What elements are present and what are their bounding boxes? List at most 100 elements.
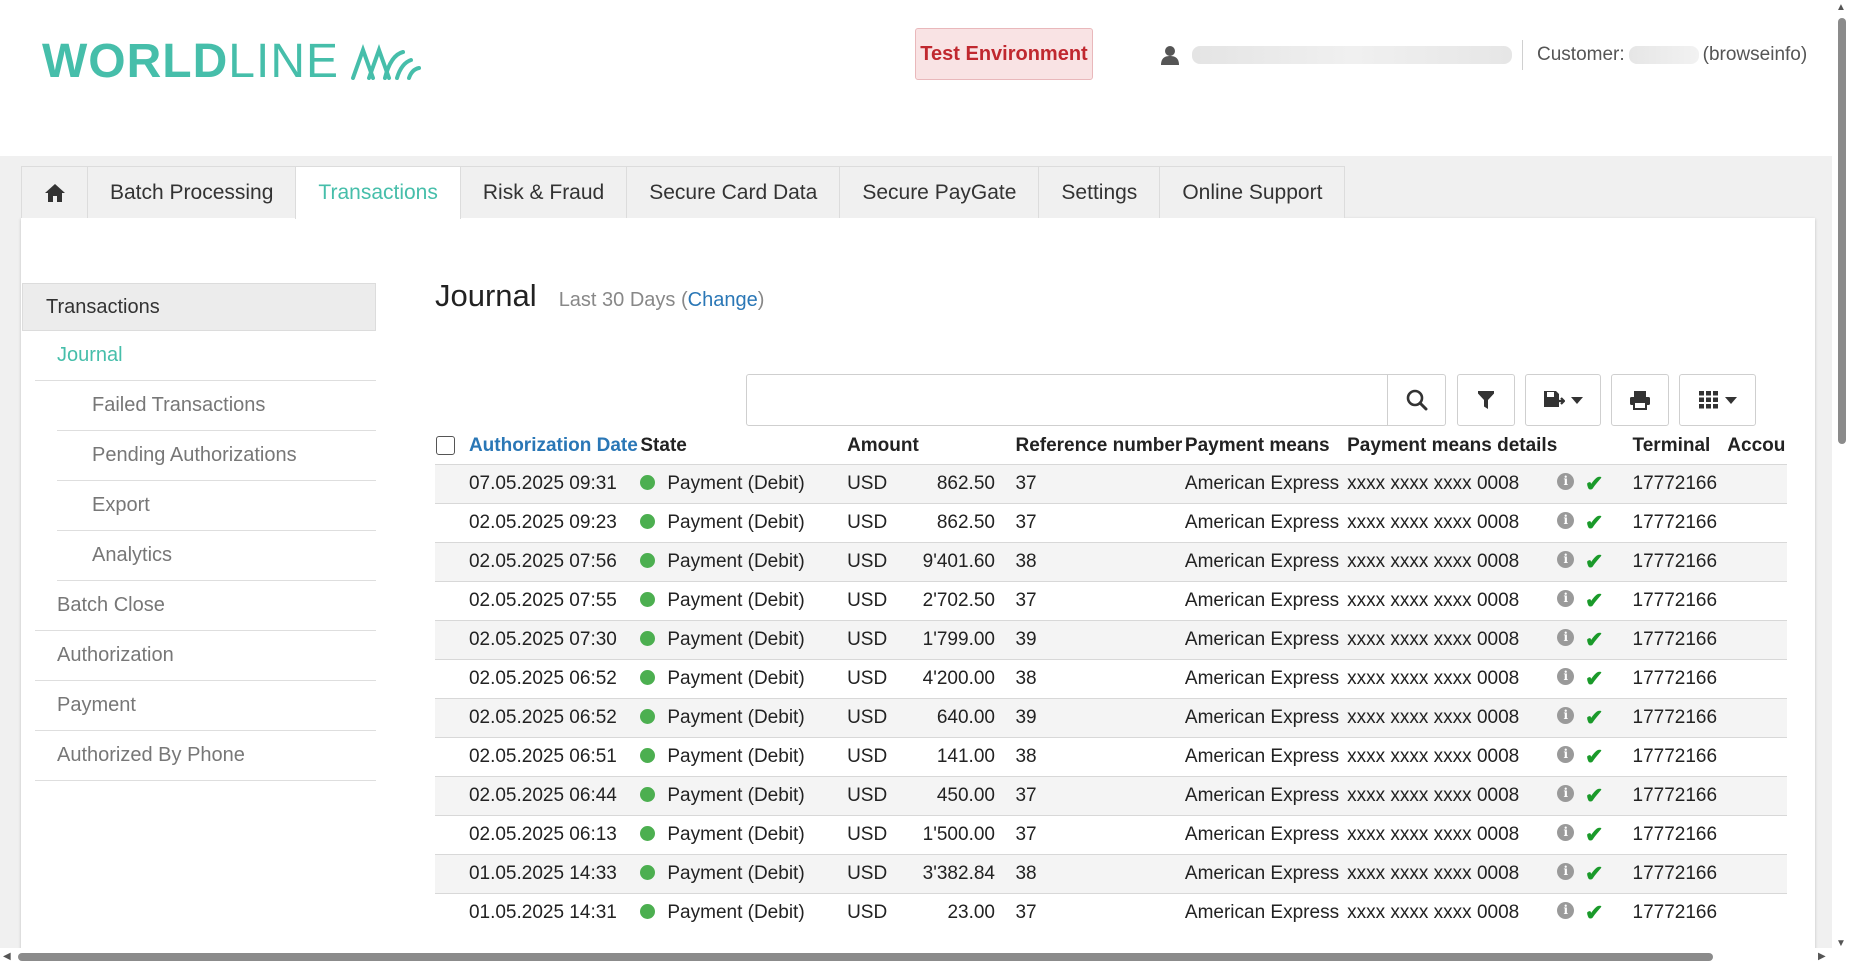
scroll-up-icon[interactable]: ▲ xyxy=(1836,2,1846,13)
info-icon[interactable]: i xyxy=(1557,745,1575,763)
table-row[interactable]: 02.05.2025 07:30 Payment (Debit) USD 1'799.… xyxy=(435,620,1787,660)
column-authorization-date[interactable]: Authorization Date xyxy=(469,428,640,465)
table-row[interactable]: 01.05.2025 14:31 Payment (Debit) USD 23.00 3… xyxy=(435,893,1787,932)
info-icon[interactable]: i xyxy=(1557,472,1575,490)
info-icon[interactable]: i xyxy=(1557,511,1575,529)
cell-payment-means: American Express xyxy=(1184,854,1348,894)
column-state[interactable]: State xyxy=(640,428,847,465)
row-select-cell xyxy=(435,542,469,582)
cell-state: Payment (Debit) xyxy=(640,815,848,855)
filter-button[interactable] xyxy=(1457,374,1515,426)
cell-account xyxy=(1727,698,1787,738)
info-icon[interactable]: i xyxy=(1557,784,1575,802)
cell-spacer xyxy=(994,698,1016,738)
sidebar-item-authorization[interactable]: Authorization xyxy=(35,631,376,681)
cell-account xyxy=(1727,893,1787,932)
info-icon[interactable]: i xyxy=(1557,550,1575,568)
scroll-left-icon[interactable]: ◀ xyxy=(3,951,11,962)
table-row[interactable]: 02.05.2025 06:44 Payment (Debit) USD 450.00… xyxy=(435,776,1787,816)
tab-secure-card-data[interactable]: Secure Card Data xyxy=(626,166,841,218)
cell-reference-number: 37 xyxy=(1015,503,1185,543)
sidebar-item-export[interactable]: Export xyxy=(57,481,376,531)
cell-spacer xyxy=(994,503,1016,543)
cell-currency: USD xyxy=(847,815,919,855)
table-row[interactable]: 02.05.2025 06:51 Payment (Debit) USD 141.00… xyxy=(435,737,1787,777)
horizontal-scroll-thumb[interactable] xyxy=(18,953,1713,961)
table-row[interactable]: 02.05.2025 06:52 Payment (Debit) USD 640.00… xyxy=(435,698,1787,738)
sidebar-item-journal[interactable]: Journal xyxy=(35,331,376,381)
state-label: Payment (Debit) xyxy=(667,785,805,806)
cell-account xyxy=(1727,659,1787,699)
sidebar-item-pending-authorizations[interactable]: Pending Authorizations xyxy=(57,431,376,481)
export-dropdown-button[interactable] xyxy=(1525,374,1601,426)
tab-batch-processing[interactable]: Batch Processing xyxy=(87,166,297,218)
cell-payment-means-details: xxxx xxxx xxxx 0008 xyxy=(1347,815,1558,855)
info-icon[interactable]: i xyxy=(1557,628,1575,646)
search-input[interactable] xyxy=(746,374,1388,426)
horizontal-scrollbar[interactable]: ◀ ▶ xyxy=(0,948,1832,966)
tab-secure-paygate[interactable]: Secure PayGate xyxy=(839,166,1040,218)
column-reference-number[interactable]: Reference number xyxy=(1015,428,1184,465)
column-account[interactable]: Accou xyxy=(1727,428,1787,465)
table-row[interactable]: 02.05.2025 06:13 Payment (Debit) USD 1'500.… xyxy=(435,815,1787,855)
table-row[interactable]: 02.05.2025 06:52 Payment (Debit) USD 4'200.… xyxy=(435,659,1787,699)
scroll-down-icon[interactable]: ▼ xyxy=(1836,938,1846,949)
print-button[interactable] xyxy=(1611,374,1669,426)
sidebar-item-payment[interactable]: Payment xyxy=(35,681,376,731)
cell-amount: 450.00 xyxy=(918,776,995,816)
table-row[interactable]: 01.05.2025 14:33 Payment (Debit) USD 3'382.… xyxy=(435,854,1787,894)
info-icon[interactable]: i xyxy=(1557,901,1575,919)
header-divider xyxy=(1522,40,1523,70)
table-row[interactable]: 02.05.2025 09:23 Payment (Debit) USD 862.50… xyxy=(435,503,1787,543)
scroll-right-icon[interactable]: ▶ xyxy=(1818,951,1826,962)
info-icon[interactable]: i xyxy=(1557,706,1575,724)
cell-state: Payment (Debit) xyxy=(640,659,848,699)
info-icon[interactable]: i xyxy=(1557,667,1575,685)
sidebar-item-analytics[interactable]: Analytics xyxy=(57,531,376,581)
columns-dropdown-button[interactable] xyxy=(1679,374,1756,426)
tab-transactions[interactable]: Transactions xyxy=(295,166,461,219)
cell-state: Payment (Debit) xyxy=(640,620,848,660)
info-icon[interactable]: i xyxy=(1557,589,1575,607)
cell-authorization-date: 02.05.2025 06:51 xyxy=(468,737,641,777)
table-row[interactable]: 02.05.2025 07:55 Payment (Debit) USD 2'702.… xyxy=(435,581,1787,621)
sidebar-item-failed-transactions[interactable]: Failed Transactions xyxy=(57,381,376,431)
save-export-icon xyxy=(1544,391,1565,407)
filter-icon xyxy=(1478,391,1494,409)
column-payment-means-details[interactable]: Payment means details xyxy=(1347,428,1557,465)
tab-settings[interactable]: Settings xyxy=(1038,166,1161,218)
header: WORLDLINE Test Environment Customer: (br… xyxy=(0,0,1850,156)
tab-online-support[interactable]: Online Support xyxy=(1159,166,1346,218)
status-dot-icon xyxy=(640,474,656,490)
cell-currency: USD xyxy=(847,542,919,582)
select-all-checkbox[interactable] xyxy=(436,436,455,456)
cell-state: Payment (Debit) xyxy=(640,854,848,894)
column-amount[interactable]: Amount xyxy=(847,428,919,465)
row-select-cell xyxy=(435,581,469,621)
worldline-logo[interactable]: WORLDLINE xyxy=(42,34,423,89)
sidebar-header[interactable]: Transactions xyxy=(22,283,376,331)
tab-risk-fraud[interactable]: Risk & Fraud xyxy=(459,166,628,218)
change-period-link[interactable]: Change xyxy=(688,289,758,311)
table-row[interactable]: 02.05.2025 07:56 Payment (Debit) USD 9'401.… xyxy=(435,542,1787,582)
sidebar-item-batch-close[interactable]: Batch Close xyxy=(35,581,376,631)
search-button[interactable] xyxy=(1388,374,1446,426)
column-payment-means[interactable]: Payment means xyxy=(1185,428,1347,465)
row-select-cell xyxy=(435,854,469,894)
table-row[interactable]: 07.05.2025 09:31 Payment (Debit) USD 862.50… xyxy=(435,464,1787,504)
info-icon[interactable]: i xyxy=(1557,823,1575,841)
vertical-scroll-thumb[interactable] xyxy=(1838,18,1846,444)
print-icon xyxy=(1630,391,1650,410)
nav-home[interactable] xyxy=(21,166,88,218)
status-dot-icon xyxy=(640,825,656,841)
info-icon[interactable]: i xyxy=(1557,862,1575,880)
state-label: Payment (Debit) xyxy=(667,512,805,533)
cell-currency: USD xyxy=(847,659,919,699)
cell-spacer xyxy=(994,815,1016,855)
column-terminal[interactable]: Terminal xyxy=(1633,428,1728,465)
vertical-scrollbar[interactable]: ▲ ▼ xyxy=(1832,0,1850,966)
cell-spacer xyxy=(994,737,1016,777)
cell-status-check: ✔ xyxy=(1584,815,1633,855)
sidebar-item-authorized-by-phone[interactable]: Authorized By Phone xyxy=(35,731,376,781)
cell-payment-means-details: xxxx xxxx xxxx 0008 xyxy=(1347,503,1558,543)
